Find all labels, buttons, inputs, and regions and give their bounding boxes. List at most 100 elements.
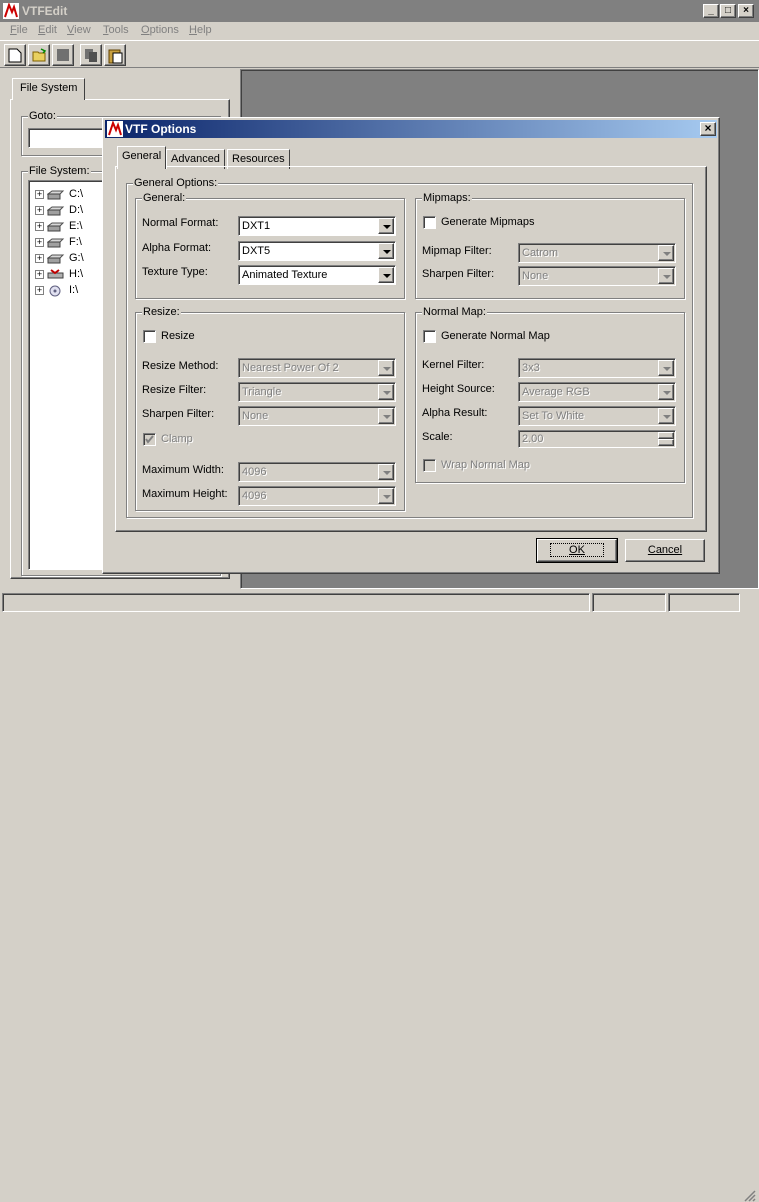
status-cell-main [2, 593, 590, 612]
save-icon [57, 49, 69, 61]
alpha-format-select[interactable]: DXT5 [238, 241, 396, 261]
chevron-down-icon[interactable] [378, 384, 394, 400]
chevron-down-icon[interactable] [378, 408, 394, 424]
clamp-label[interactable]: Clamp [161, 433, 193, 445]
max-width-value: 4096 [242, 466, 267, 478]
spin-up-icon[interactable] [658, 432, 674, 439]
expand-plus-icon[interactable]: + [35, 190, 44, 199]
size-grip-icon[interactable] [742, 1188, 756, 1202]
chevron-down-icon[interactable] [658, 245, 674, 261]
scale-spinner[interactable]: 2.00 [518, 430, 676, 448]
chevron-down-icon[interactable] [658, 384, 674, 400]
mipmap-sharpen-label: Sharpen Filter: [422, 268, 495, 280]
menu-options[interactable]: Options [141, 24, 179, 36]
chevron-down-icon[interactable] [378, 488, 394, 504]
chevron-down-icon[interactable] [378, 218, 394, 234]
menu-help[interactable]: Help [189, 24, 212, 36]
drive-label: H:\ [69, 268, 84, 280]
tab-file-system[interactable]: File System [12, 78, 86, 100]
expand-plus-icon[interactable]: + [35, 254, 44, 263]
chevron-down-icon[interactable] [378, 464, 394, 480]
menu-view[interactable]: View [67, 24, 91, 36]
chevron-down-icon[interactable] [658, 408, 674, 424]
kernel-filter-select[interactable]: 3x3 [518, 358, 676, 378]
generate-normal-map-checkbox[interactable] [423, 330, 436, 343]
alpha-format-value: DXT5 [242, 245, 271, 257]
wrap-normal-map-checkbox[interactable] [423, 459, 436, 472]
dialog-title: VTF Options [125, 122, 197, 136]
paste-icon [108, 49, 123, 64]
chevron-down-icon[interactable] [658, 360, 674, 376]
expand-plus-icon[interactable]: + [35, 238, 44, 247]
normal-format-select[interactable]: DXT1 [238, 216, 396, 236]
resize-sharpen-label: Sharpen Filter: [142, 408, 215, 420]
menu-file[interactable]: File [10, 24, 28, 36]
mipmap-sharpen-select[interactable]: None [518, 266, 676, 286]
checkmark-icon [145, 435, 154, 444]
resize-checkbox[interactable] [143, 330, 156, 343]
menu-tools[interactable]: Tools [103, 24, 129, 36]
mipmaps-group: Mipmaps: Generate Mipmaps Mipmap Filter:… [415, 192, 685, 299]
clamp-checkbox[interactable] [143, 433, 156, 446]
alpha-result-value: Set To White [522, 410, 585, 422]
tab-general[interactable]: General [117, 146, 167, 169]
generate-mipmaps-checkbox[interactable] [423, 216, 436, 229]
resize-filter-select[interactable]: Triangle [238, 382, 396, 402]
resize-sharpen-select[interactable]: None [238, 406, 396, 426]
dialog-close-button[interactable]: × [700, 122, 716, 136]
general-tab-page: General Options: General: Normal Format:… [115, 166, 707, 532]
resize-check-label[interactable]: Resize [161, 330, 195, 342]
height-source-label: Height Source: [422, 383, 495, 395]
general-group: General: Normal Format: DXT1 Alpha Forma… [135, 192, 405, 299]
chevron-down-icon[interactable] [378, 360, 394, 376]
copy-button[interactable] [80, 44, 102, 66]
hard-drive-icon [47, 238, 65, 248]
mipmap-sharpen-value: None [522, 270, 549, 282]
general-options-label: General Options: [133, 177, 219, 189]
expand-plus-icon[interactable]: + [35, 222, 44, 231]
menu-edit[interactable]: Edit [38, 24, 57, 36]
cancel-button[interactable]: Cancel [625, 539, 705, 562]
wrap-normal-map-label[interactable]: Wrap Normal Map [441, 459, 530, 471]
spin-down-icon[interactable] [658, 439, 674, 446]
max-width-select[interactable]: 4096 [238, 462, 396, 482]
ok-button[interactable]: OK [536, 538, 618, 563]
generate-normal-map-label[interactable]: Generate Normal Map [441, 330, 550, 342]
expand-plus-icon[interactable]: + [35, 206, 44, 215]
generate-mipmaps-label[interactable]: Generate Mipmaps [441, 216, 535, 228]
mipmap-filter-select[interactable]: Catrom [518, 243, 676, 263]
new-button[interactable] [4, 44, 26, 66]
height-source-value: Average RGB [522, 386, 590, 398]
normal-map-group-label: Normal Map: [422, 306, 487, 318]
close-button[interactable]: × [738, 4, 754, 18]
save-button[interactable] [52, 44, 74, 66]
minimize-button[interactable]: _ [703, 4, 719, 18]
chevron-down-icon[interactable] [378, 267, 394, 283]
goto-label: Goto: [28, 110, 57, 122]
max-height-select[interactable]: 4096 [238, 486, 396, 506]
expand-plus-icon[interactable]: + [35, 286, 44, 295]
texture-type-select[interactable]: Animated Texture [238, 265, 396, 285]
app-title: VTFEdit [22, 4, 68, 18]
kernel-filter-value: 3x3 [522, 362, 540, 374]
expand-plus-icon[interactable]: + [35, 270, 44, 279]
height-source-select[interactable]: Average RGB [518, 382, 676, 402]
alpha-result-select[interactable]: Set To White [518, 406, 676, 426]
alpha-format-label: Alpha Format: [142, 242, 212, 254]
paste-button[interactable] [104, 44, 126, 66]
scale-value: 2.00 [522, 433, 544, 445]
maximize-button[interactable]: □ [720, 4, 736, 18]
resize-method-select[interactable]: Nearest Power Of 2 [238, 358, 396, 378]
status-bar [0, 591, 759, 1202]
toolbar [0, 40, 759, 68]
kernel-filter-label: Kernel Filter: [422, 359, 485, 371]
resize-group-label: Resize: [142, 306, 181, 318]
vtfedit-logo-icon [3, 3, 19, 19]
menu-bar: File Edit View Tools Options Help [0, 22, 759, 40]
chevron-down-icon[interactable] [658, 268, 674, 284]
drive-label: C:\ [69, 188, 84, 200]
open-button[interactable] [28, 44, 50, 66]
dialog-titlebar: VTF Options × [105, 120, 717, 138]
resize-sharpen-value: None [242, 410, 269, 422]
chevron-down-icon[interactable] [378, 243, 394, 259]
